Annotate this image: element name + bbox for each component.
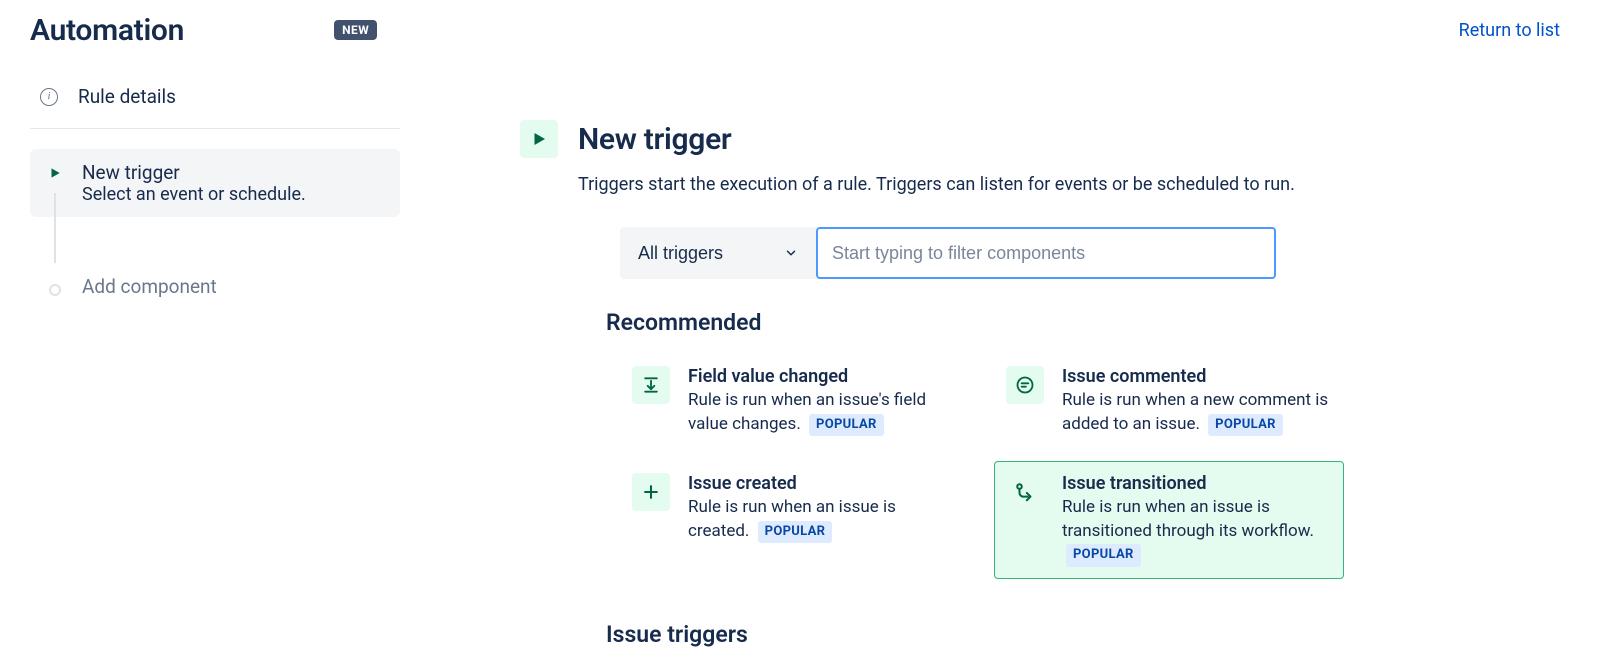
sidebar: i Rule details New trigger Select an eve… [0,60,420,666]
recommended-card-list: Field value changed Rule is run when an … [620,354,1560,591]
filter-components-input[interactable] [816,227,1276,279]
step-add-label: Add component [82,275,217,298]
rule-details-label: Rule details [78,85,176,108]
page-title: Automation [30,13,184,48]
card-title: Field value changed [688,366,958,387]
field-change-icon [632,366,670,404]
comment-icon [1006,366,1044,404]
play-icon [44,161,66,180]
popular-badge: POPULAR [1208,414,1283,436]
issue-triggers-section-title: Issue triggers [606,621,1560,648]
root-layout: i Rule details New trigger Select an eve… [0,60,1600,666]
card-desc: Rule is run when an issue's field value … [688,389,958,437]
return-to-list-link[interactable]: Return to list [1459,20,1560,41]
trigger-category-select[interactable]: All triggers [620,227,816,279]
step-subtitle: Select an event or schedule. [82,184,306,205]
transition-icon [1006,473,1044,511]
card-title: Issue created [688,473,958,494]
card-title: Issue commented [1062,366,1332,387]
trigger-header: New trigger [520,120,1560,158]
trigger-description: Triggers start the execution of a rule. … [578,172,1560,197]
step-add-component[interactable]: Add component [30,263,400,310]
card-desc: Rule is run when an issue is created. PO… [688,496,958,544]
controls-row: All triggers [620,227,1560,279]
step-list: New trigger Select an event or schedule.… [30,129,400,310]
step-connector [54,193,56,263]
circle-bullet-icon [44,275,66,296]
card-desc: Rule is run when an issue is transitione… [1062,496,1332,567]
new-badge: NEW [334,20,377,40]
popular-badge: POPULAR [1066,544,1141,566]
trigger-card-issue-transitioned[interactable]: Issue transitioned Rule is run when an i… [994,461,1344,579]
step-title: New trigger [82,161,306,184]
card-title: Issue transitioned [1062,473,1332,494]
play-icon [520,120,558,158]
popular-badge: POPULAR [809,414,884,436]
trigger-title: New trigger [578,122,731,157]
main-panel: New trigger Triggers start the execution… [420,60,1600,666]
title-group: Automation NEW [30,13,377,48]
trigger-card-issue-commented[interactable]: Issue commented Rule is run when a new c… [994,354,1344,449]
info-icon: i [40,88,58,106]
rule-details-button[interactable]: i Rule details [30,60,400,129]
select-label: All triggers [638,243,723,264]
trigger-card-issue-created[interactable]: Issue created Rule is run when an issue … [620,461,970,579]
page-header: Automation NEW Return to list [0,0,1600,60]
card-desc: Rule is run when a new comment is added … [1062,389,1332,437]
step-new-trigger[interactable]: New trigger Select an event or schedule. [30,149,400,217]
popular-badge: POPULAR [758,521,833,543]
recommended-section-title: Recommended [606,309,1560,336]
trigger-card-field-value-changed[interactable]: Field value changed Rule is run when an … [620,354,970,449]
plus-icon [632,473,670,511]
chevron-down-icon [784,246,798,260]
